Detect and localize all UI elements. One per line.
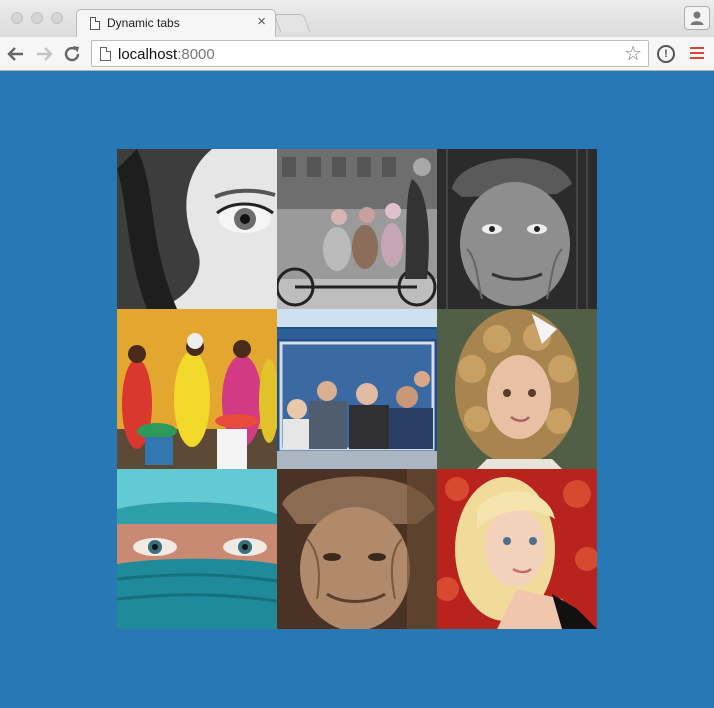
- photo-women-colorful-dresses[interactable]: [117, 309, 277, 469]
- browser-tab[interactable]: Dynamic tabs ×: [76, 9, 276, 38]
- reload-icon[interactable]: [62, 44, 82, 64]
- window-titlebar: Dynamic tabs ×: [0, 0, 714, 38]
- photo-children-bicycle[interactable]: [277, 149, 437, 309]
- photo-grid: [117, 149, 597, 629]
- extension-icon[interactable]: !: [657, 45, 675, 63]
- photo-blonde-woman[interactable]: [437, 469, 597, 629]
- star-icon[interactable]: ☆: [624, 43, 642, 65]
- page-info-icon[interactable]: [100, 47, 111, 61]
- browser-toolbar: localhost:8000 ☆ !: [0, 37, 714, 71]
- tab-title: Dynamic tabs: [107, 16, 180, 30]
- photo-old-man-cap[interactable]: [437, 149, 597, 309]
- back-arrow-icon[interactable]: [6, 44, 26, 64]
- photo-old-woman-hat[interactable]: [277, 469, 437, 629]
- menu-icon[interactable]: [690, 47, 704, 61]
- url-text[interactable]: localhost:8000: [118, 46, 215, 63]
- new-tab-button[interactable]: [273, 14, 311, 32]
- photo-woman-eye[interactable]: [117, 149, 277, 309]
- minimize-window-button[interactable]: [31, 12, 43, 24]
- photo-veiled-woman-eyes[interactable]: [117, 469, 277, 629]
- maximize-window-button[interactable]: [51, 12, 63, 24]
- close-window-button[interactable]: [11, 12, 23, 24]
- tab-close-button[interactable]: ×: [257, 13, 266, 30]
- address-bar[interactable]: localhost:8000 ☆: [91, 40, 649, 67]
- person-icon: [690, 11, 704, 25]
- forward-arrow-icon[interactable]: [34, 44, 54, 64]
- photo-curly-haired-girl[interactable]: [437, 309, 597, 469]
- photo-people-on-tram[interactable]: [277, 309, 437, 469]
- document-icon: [90, 17, 100, 30]
- profile-button[interactable]: [684, 6, 710, 30]
